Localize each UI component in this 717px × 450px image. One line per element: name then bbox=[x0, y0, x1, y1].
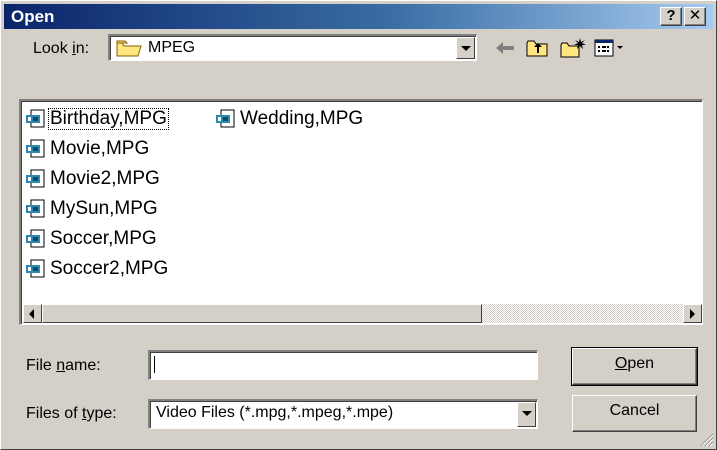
close-button[interactable]: ✕ bbox=[684, 7, 706, 26]
up-one-level-icon bbox=[526, 40, 548, 57]
video-file-icon bbox=[26, 109, 45, 128]
cancel-button[interactable]: Cancel bbox=[572, 395, 697, 432]
file-name: MySun,MPG bbox=[50, 198, 158, 219]
video-file-icon bbox=[26, 229, 45, 248]
resize-grip-icon[interactable] bbox=[700, 433, 714, 447]
chevron-down-icon bbox=[522, 411, 532, 416]
file-name-label: File name: bbox=[26, 357, 101, 374]
file-name: Wedding,MPG bbox=[240, 108, 364, 129]
help-button[interactable]: ? bbox=[660, 7, 682, 26]
chevron-down-icon bbox=[461, 46, 471, 51]
file-name: Movie2,MPG bbox=[50, 168, 160, 189]
file-name: Movie,MPG bbox=[50, 138, 150, 159]
open-dialog: Open ? ✕ Look in: MPEG Birthday,MPG Movi… bbox=[0, 0, 717, 450]
look-in-dropdown-button[interactable] bbox=[456, 37, 475, 59]
file-name: Birthday,MPG bbox=[48, 108, 169, 130]
file-type-combobox[interactable]: Video Files (*.mpg,*.mpeg,*.mpe) bbox=[148, 399, 538, 429]
arrow-right-icon bbox=[690, 309, 695, 319]
new-folder-icon bbox=[560, 38, 586, 58]
scroll-thumb[interactable] bbox=[42, 304, 482, 323]
list-item[interactable]: MySun,MPG bbox=[25, 196, 160, 222]
back-arrow-icon bbox=[496, 42, 514, 54]
video-file-icon bbox=[26, 259, 45, 278]
scroll-left-button[interactable] bbox=[23, 304, 42, 323]
scroll-right-button[interactable] bbox=[683, 304, 702, 323]
file-name-input[interactable] bbox=[148, 350, 538, 380]
horizontal-scrollbar[interactable] bbox=[23, 304, 702, 323]
list-item[interactable]: Movie,MPG bbox=[25, 136, 151, 162]
list-item[interactable]: Soccer,MPG bbox=[25, 226, 159, 252]
file-name: Soccer,MPG bbox=[50, 228, 157, 249]
view-menu-icon bbox=[594, 39, 623, 57]
video-file-icon bbox=[26, 169, 45, 188]
video-file-icon bbox=[216, 109, 235, 128]
arrow-left-icon bbox=[29, 309, 34, 319]
folder-icon bbox=[116, 40, 142, 57]
file-type-value: Video Files (*.mpg,*.mpeg,*.mpe) bbox=[156, 404, 394, 421]
text-caret bbox=[154, 356, 155, 373]
file-type-dropdown-button[interactable] bbox=[517, 402, 536, 427]
list-item[interactable]: Soccer2,MPG bbox=[25, 256, 170, 282]
window-title: Open bbox=[11, 7, 55, 26]
video-file-icon bbox=[26, 139, 45, 158]
file-name: Soccer2,MPG bbox=[50, 258, 169, 279]
view-menu-button[interactable] bbox=[593, 37, 627, 59]
look-in-label: Look in: bbox=[33, 40, 90, 57]
open-button[interactable]: Open bbox=[571, 347, 698, 386]
list-item[interactable]: Movie2,MPG bbox=[25, 166, 162, 192]
file-list[interactable]: Birthday,MPG Movie,MPG Movie2,MPG MySun,… bbox=[19, 99, 703, 325]
list-item[interactable]: Wedding,MPG bbox=[215, 106, 365, 132]
back-button[interactable] bbox=[492, 37, 518, 59]
title-bar[interactable]: Open ? ✕ bbox=[4, 4, 713, 29]
file-type-label: Files of type: bbox=[26, 405, 117, 422]
look-in-combobox[interactable]: MPEG bbox=[108, 34, 477, 61]
list-item[interactable]: Birthday,MPG bbox=[25, 106, 169, 132]
look-in-value: MPEG bbox=[148, 39, 196, 56]
video-file-icon bbox=[26, 199, 45, 218]
up-one-level-button[interactable] bbox=[525, 37, 551, 59]
new-folder-button[interactable] bbox=[559, 37, 586, 59]
